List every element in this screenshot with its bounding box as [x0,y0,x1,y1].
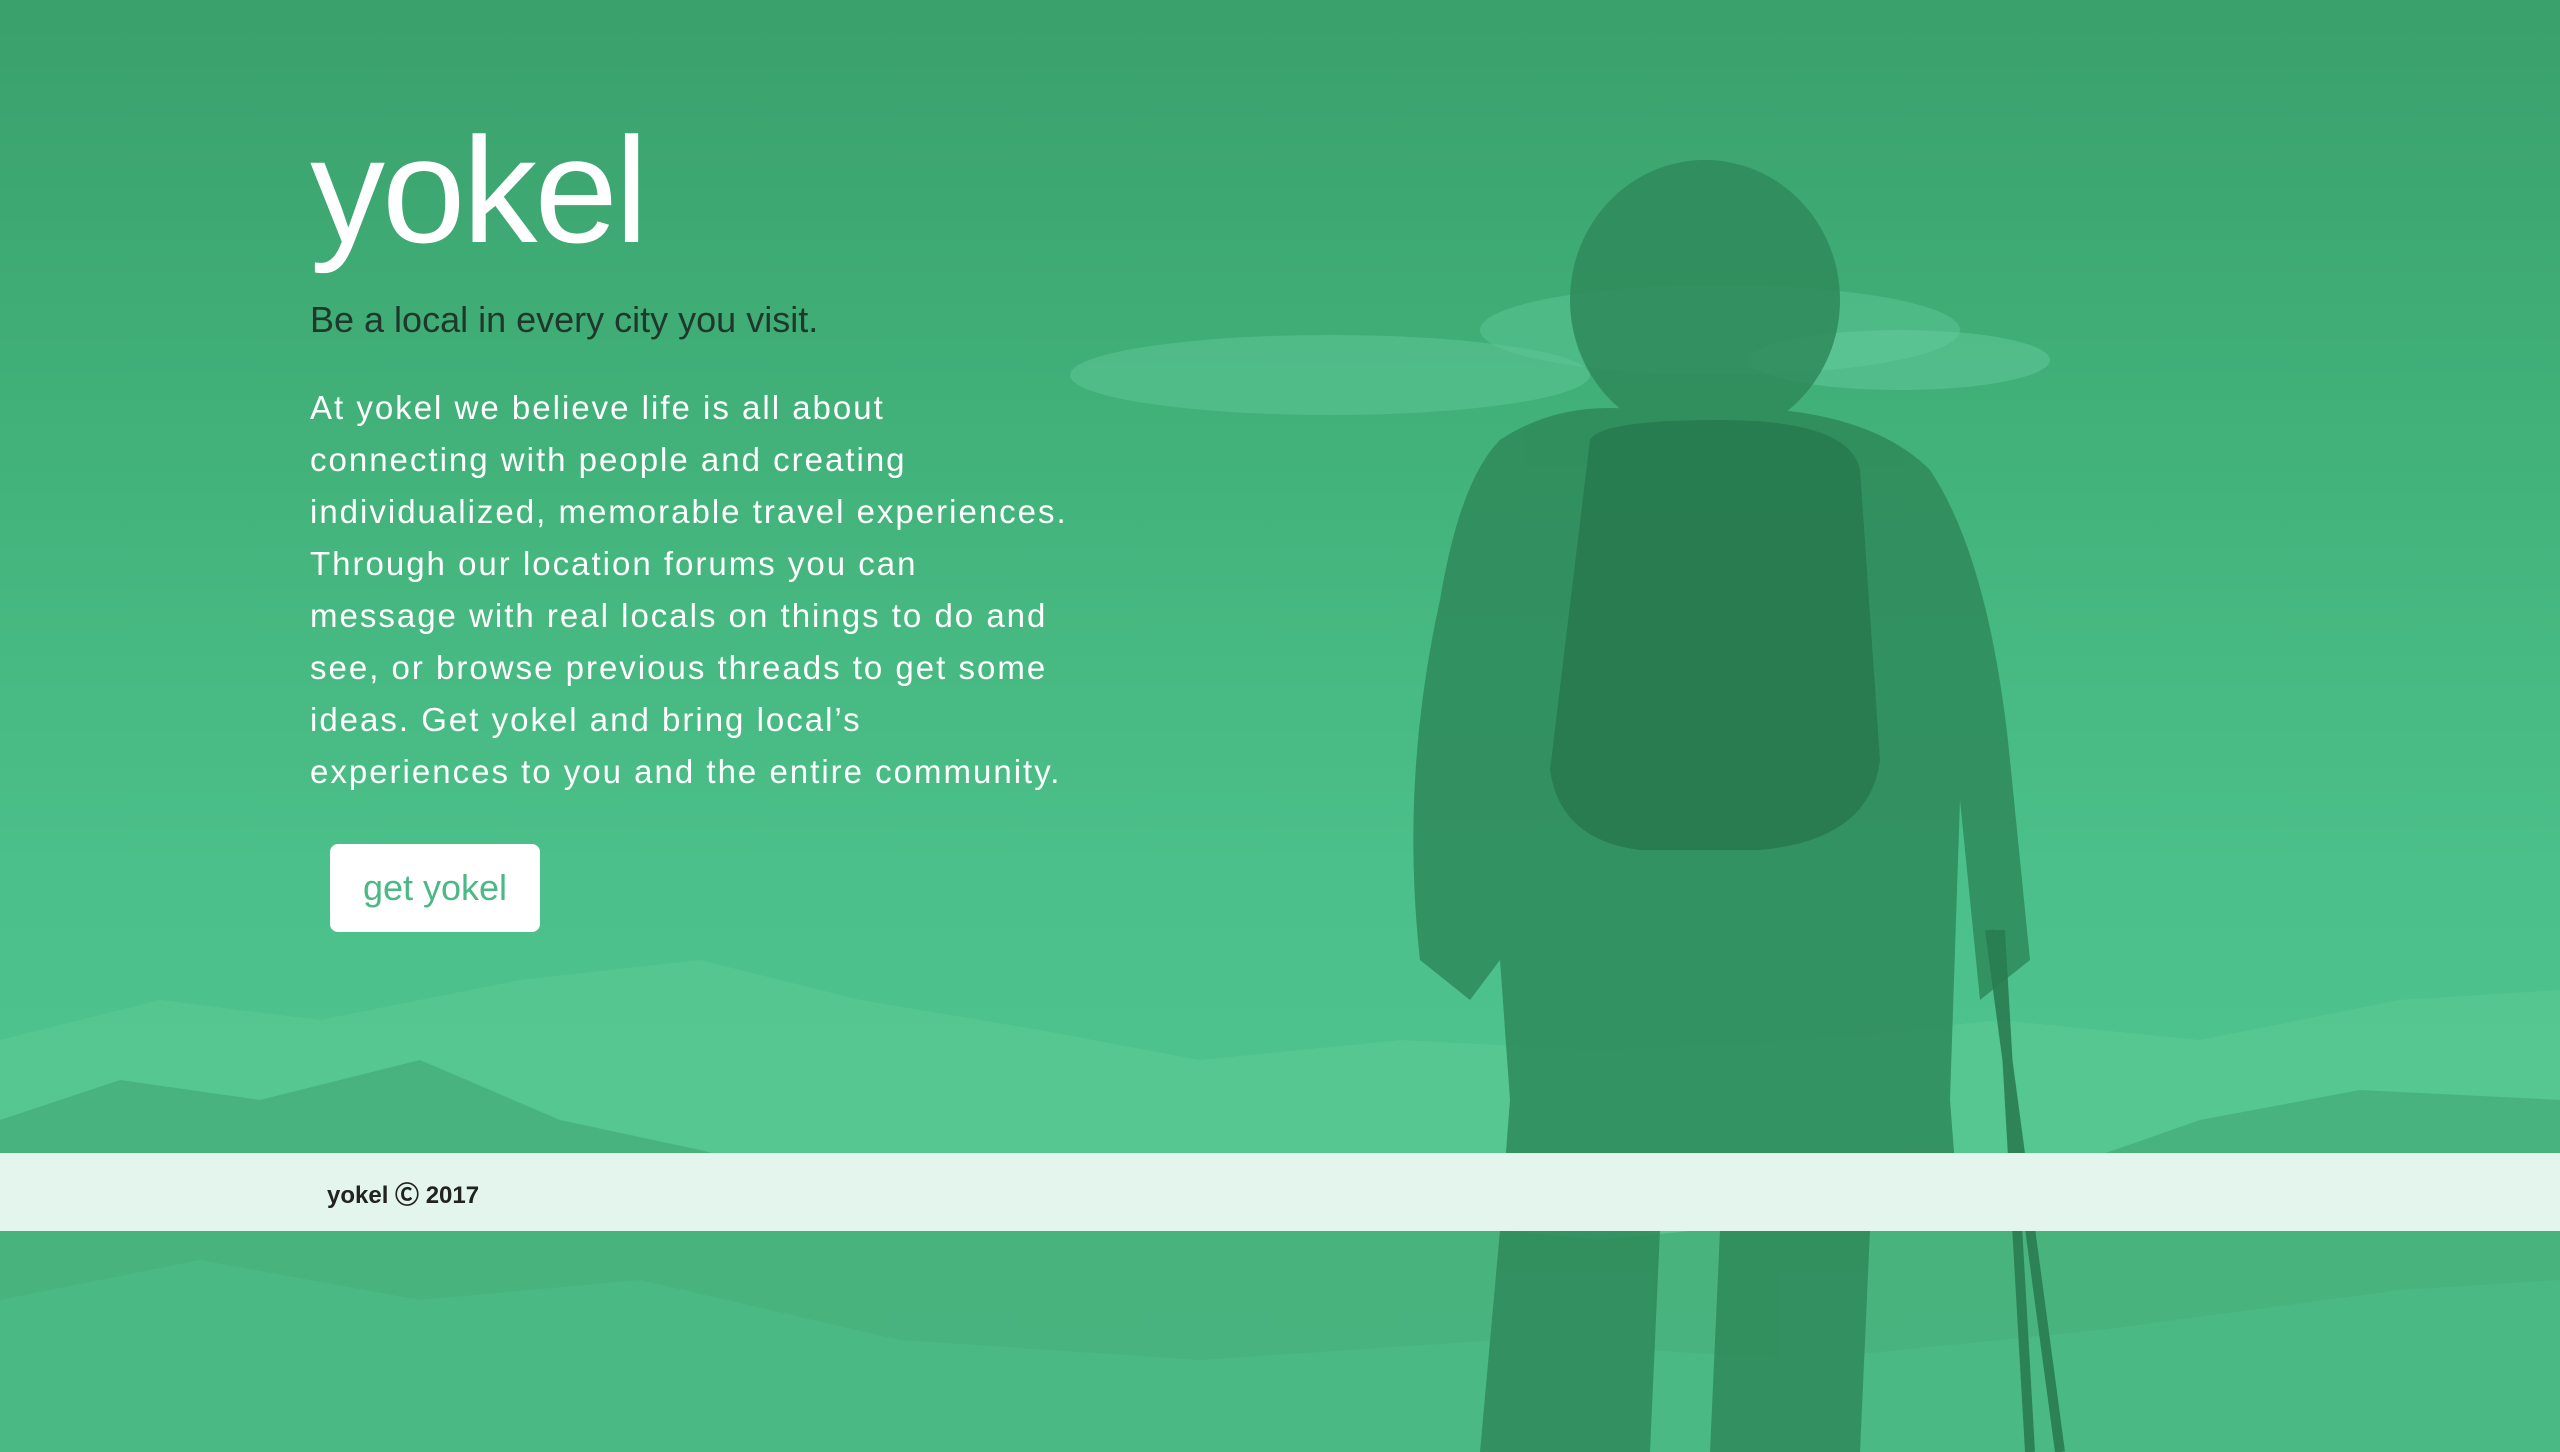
get-yokel-button[interactable]: get yokel [330,844,540,932]
footer-copyright: yokel Ⓒ 2017 [327,1181,480,1209]
footer: yokel Ⓒ 2017 [0,1153,2560,1231]
about-paragraph: At yokel we believe life is all about co… [310,389,1068,790]
tagline: Be a local in every city you visit. [310,299,819,340]
hero-section: yokel Be a local in every city you visit… [310,110,1070,932]
landing-page: yokel Be a local in every city you visit… [0,0,2560,1452]
brand-title: yokel [310,106,648,274]
